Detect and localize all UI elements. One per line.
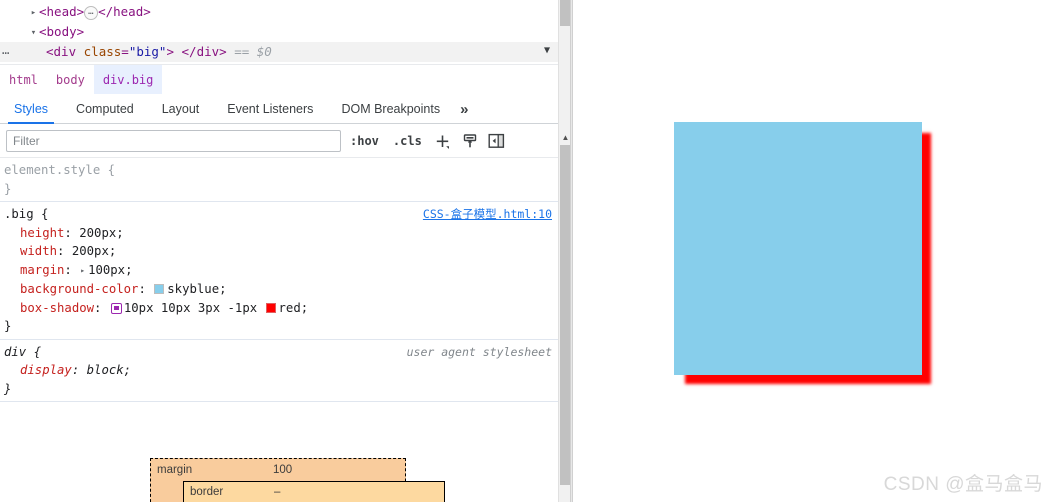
cls-button[interactable]: .cls bbox=[388, 134, 427, 148]
expand-triangle-icon[interactable]: ▾ bbox=[28, 23, 39, 43]
breadcrumb-item-body[interactable]: body bbox=[47, 65, 94, 94]
breadcrumb: html body div.big bbox=[0, 64, 558, 94]
declaration-value-display: block; bbox=[86, 363, 132, 377]
screenshot-root: ▸ <head>… </head> ▾ <body> ⋯ <div class="big… bbox=[0, 0, 1057, 502]
selected-node-marker: == $0 bbox=[234, 44, 272, 59]
tab-styles[interactable]: Styles bbox=[0, 102, 62, 124]
tab-layout[interactable]: Layout bbox=[148, 102, 214, 123]
rule-origin-link-big[interactable]: CSS-盒子模型.html:10 bbox=[423, 205, 552, 224]
declaration-background-color[interactable]: background-color: skyblue; bbox=[0, 280, 558, 299]
styles-toolbar: :hov .cls bbox=[0, 125, 558, 158]
declaration-value-box-shadow-color[interactable]: red; bbox=[279, 301, 309, 315]
declaration-height[interactable]: height: 200px; bbox=[0, 224, 558, 243]
declaration-value-margin[interactable]: 100px; bbox=[88, 263, 132, 277]
div-attr-value[interactable]: "big" bbox=[129, 44, 167, 59]
expand-shorthand-triangle-icon[interactable]: ▸ bbox=[80, 262, 85, 281]
paintbrush-icon[interactable] bbox=[459, 130, 481, 152]
panel-divider[interactable] bbox=[570, 0, 573, 502]
color-swatch-red-icon[interactable] bbox=[265, 302, 276, 313]
ellipsis-badge-icon[interactable]: … bbox=[84, 6, 99, 20]
box-model-margin-value[interactable]: 100 bbox=[273, 464, 292, 476]
plus-icon[interactable] bbox=[432, 130, 454, 152]
declaration-value-height[interactable]: 200px; bbox=[79, 226, 123, 240]
dom-tree-row-div-big[interactable]: ⋯ <div class="big"> </div> == $0 bbox=[0, 42, 558, 62]
breadcrumb-item-html[interactable]: html bbox=[0, 65, 47, 94]
tab-dom-breakpoints[interactable]: DOM Breakpoints bbox=[327, 102, 454, 123]
box-model-diagram: margin 100 border – bbox=[150, 458, 445, 502]
breadcrumb-item-div-big[interactable]: div.big bbox=[93, 65, 163, 94]
dom-tree-row-head[interactable]: ▸ <head>… </head> bbox=[0, 2, 558, 22]
declaration-width[interactable]: width: 200px; bbox=[0, 242, 558, 261]
div-closing-tag: </div> bbox=[181, 44, 227, 59]
filter-input[interactable] bbox=[6, 130, 341, 152]
hov-button[interactable]: :hov bbox=[345, 134, 384, 148]
sidebar-tabs: Styles Computed Layout Event Listeners D… bbox=[0, 94, 558, 124]
styles-rules-pane: element.style { } .big { CSS-盒子模型.html:1… bbox=[0, 158, 558, 502]
rule-close-div: } bbox=[4, 381, 12, 396]
declaration-value-background-color[interactable]: skyblue; bbox=[167, 282, 226, 296]
declaration-box-shadow[interactable]: box-shadow: 10px 10px 3px -1px red; bbox=[0, 299, 558, 318]
more-tabs-icon[interactable]: » bbox=[454, 101, 476, 123]
declaration-property-box-shadow[interactable]: box-shadow bbox=[20, 301, 94, 315]
box-model-margin-label: margin bbox=[157, 464, 193, 476]
rule-origin-user-agent: user agent stylesheet bbox=[406, 344, 552, 359]
rule-div-user-agent: div { user agent stylesheet display: blo… bbox=[0, 340, 558, 402]
shadow-editor-icon[interactable] bbox=[110, 302, 122, 314]
declaration-property-margin[interactable]: margin bbox=[20, 263, 64, 277]
div-close-bracket: > bbox=[166, 44, 174, 59]
dom-tree: ▸ <head>… </head> ▾ <body> ⋯ <div class="big… bbox=[0, 0, 558, 62]
declaration-property-display: display bbox=[20, 363, 72, 377]
declaration-property-width[interactable]: width bbox=[20, 244, 57, 258]
div-attr-name[interactable]: class bbox=[84, 44, 122, 59]
collapse-triangle-icon[interactable]: ▸ bbox=[28, 3, 39, 23]
rule-close-big: } bbox=[4, 319, 12, 333]
color-swatch-skyblue-icon[interactable] bbox=[154, 284, 165, 294]
declaration-value-box-shadow-offsets[interactable]: 10px 10px 3px -1px bbox=[124, 301, 257, 315]
body-open-tag: <body> bbox=[39, 24, 85, 39]
csdn-watermark: CSDN @盒马盒马 bbox=[883, 474, 1043, 495]
rule-big: .big { CSS-盒子模型.html:10 height: 200px; w… bbox=[0, 202, 558, 340]
declaration-margin[interactable]: margin: ▸ 100px; bbox=[0, 261, 558, 281]
head-open-tag: <head> bbox=[39, 4, 85, 19]
dom-tree-row-body[interactable]: ▾ <body> bbox=[0, 22, 558, 42]
rule-element-style: element.style { } bbox=[0, 158, 558, 202]
div-open-bracket: < bbox=[46, 44, 54, 59]
box-model-border-value[interactable]: – bbox=[274, 486, 280, 498]
tab-event-listeners[interactable]: Event Listeners bbox=[213, 102, 327, 123]
devtools-panel: ▸ <head>… </head> ▾ <body> ⋯ <div class="big… bbox=[0, 0, 572, 502]
declaration-display[interactable]: display: block; bbox=[0, 361, 558, 380]
tab-computed[interactable]: Computed bbox=[62, 102, 148, 123]
dom-tree-scroll-down-icon[interactable]: ▼ bbox=[540, 44, 554, 58]
div-tag-name: div bbox=[53, 44, 77, 59]
box-model-border-region: border – bbox=[183, 481, 445, 502]
declaration-value-width[interactable]: 200px; bbox=[72, 244, 116, 258]
declaration-property-background-color[interactable]: background-color bbox=[20, 282, 138, 296]
box-model-border-label: border bbox=[190, 486, 224, 498]
page-viewport: CSDN @盒马盒马 bbox=[574, 0, 1057, 502]
head-close-tag: </head> bbox=[98, 4, 151, 19]
rule-close-element-style: } bbox=[4, 181, 12, 196]
row-menu-icon[interactable]: ⋯ bbox=[2, 43, 10, 63]
toggle-sidebar-icon[interactable] bbox=[486, 130, 508, 152]
declaration-property-height[interactable]: height bbox=[20, 226, 64, 240]
rule-selector-element-style[interactable]: element.style { bbox=[0, 161, 558, 180]
div-big-element[interactable] bbox=[674, 122, 922, 375]
